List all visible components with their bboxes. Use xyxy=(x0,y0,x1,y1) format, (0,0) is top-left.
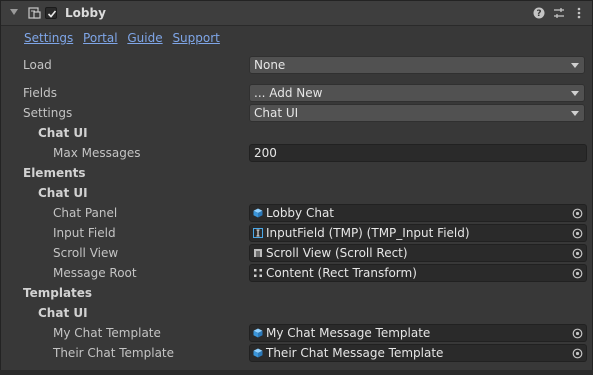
section-heading: Elements xyxy=(23,166,86,180)
object-picker-button[interactable] xyxy=(568,244,587,262)
object-picker-button[interactable] xyxy=(568,324,587,342)
help-icon[interactable]: ? xyxy=(532,6,546,20)
message-root-value: Content (Rect Transform) xyxy=(266,266,417,280)
target-icon xyxy=(572,268,583,279)
scroll-rect-icon xyxy=(254,249,262,257)
foldout-arrow-icon[interactable] xyxy=(10,9,18,15)
chat-ui-header-1: Chat UI xyxy=(0,123,593,143)
preset-sliders-icon[interactable] xyxy=(552,6,566,20)
templates-header: Templates xyxy=(0,283,593,303)
their-chat-template-object-field[interactable]: Their Chat Message Template xyxy=(249,344,569,362)
cube-icon xyxy=(253,348,263,358)
max-messages-label: Max Messages xyxy=(53,146,141,160)
section-heading: Templates xyxy=(23,286,93,300)
cube-icon xyxy=(253,328,263,338)
message-root-object-field[interactable]: Content (Rect Transform) xyxy=(249,264,569,282)
object-picker-button[interactable] xyxy=(568,204,587,222)
my-chat-template-object-field[interactable]: My Chat Message Template xyxy=(249,324,569,342)
dropdown-arrow-icon xyxy=(571,91,579,96)
checkmark-icon xyxy=(47,10,57,18)
load-label: Load xyxy=(23,58,52,72)
section-heading: Chat UI xyxy=(38,126,88,140)
target-icon xyxy=(572,328,583,339)
target-icon xyxy=(572,348,583,359)
component-header[interactable]: Lobby ? xyxy=(1,1,592,26)
settings-dropdown[interactable]: Chat UI xyxy=(249,104,585,122)
object-picker-button[interactable] xyxy=(568,344,587,362)
scroll-view-object-field[interactable]: Scroll View (Scroll Rect) xyxy=(249,244,569,262)
chat-panel-value: Lobby Chat xyxy=(266,206,335,220)
support-link[interactable]: Support xyxy=(172,31,219,45)
max-messages-row: Max Messages 200 xyxy=(0,143,593,163)
settings-value: Chat UI xyxy=(254,106,299,120)
load-dropdown[interactable]: None xyxy=(249,56,585,74)
component-title: Lobby xyxy=(65,6,106,20)
cube-icon xyxy=(253,208,263,218)
guide-link[interactable]: Guide xyxy=(127,31,162,45)
input-field-label: Input Field xyxy=(53,226,116,240)
input-field-object-field[interactable]: InputField (TMP) (TMP_Input Field) xyxy=(249,224,569,242)
scroll-view-label: Scroll View xyxy=(53,246,119,260)
load-value: None xyxy=(254,58,286,72)
chat-ui-header-3: Chat UI xyxy=(0,303,593,323)
my-chat-template-label: My Chat Template xyxy=(53,326,161,340)
settings-row: Settings Chat UI xyxy=(0,103,593,123)
script-component-icon xyxy=(28,7,41,19)
their-chat-template-row: Their Chat Template Their Chat Message T… xyxy=(0,343,593,363)
elements-header: Elements xyxy=(0,163,593,183)
chat-panel-object-field[interactable]: Lobby Chat xyxy=(249,204,569,222)
section-heading: Chat UI xyxy=(38,186,88,200)
scroll-view-row: Scroll View Scroll View (Scroll Rect) xyxy=(0,243,593,263)
settings-label: Settings xyxy=(23,106,73,120)
rect-transform-icon xyxy=(254,269,262,277)
object-picker-button[interactable] xyxy=(568,224,587,242)
enabled-checkbox[interactable] xyxy=(45,7,57,19)
fields-dropdown[interactable]: ... Add New xyxy=(249,84,585,102)
text-cursor-icon xyxy=(253,228,263,238)
my-chat-template-row: My Chat Template My Chat Message Templat… xyxy=(0,323,593,343)
link-bar: Settings Portal Guide Support xyxy=(24,31,226,45)
dropdown-arrow-icon xyxy=(571,63,579,68)
chat-panel-label: Chat Panel xyxy=(53,206,118,220)
dropdown-arrow-icon xyxy=(571,111,579,116)
their-chat-template-label: Their Chat Template xyxy=(53,346,175,360)
fields-row: Fields ... Add New xyxy=(0,83,593,103)
target-icon xyxy=(572,228,583,239)
object-picker-button[interactable] xyxy=(568,264,587,282)
settings-link[interactable]: Settings xyxy=(24,31,73,45)
max-messages-value: 200 xyxy=(254,146,277,160)
section-heading: Chat UI xyxy=(38,306,88,320)
bottom-divider xyxy=(0,370,593,375)
input-field-row: Input Field InputField (TMP) (TMP_Input … xyxy=(0,223,593,243)
scroll-view-value: Scroll View (Scroll Rect) xyxy=(266,246,408,260)
chat-panel-row: Chat Panel Lobby Chat xyxy=(0,203,593,223)
input-field-value: InputField (TMP) (TMP_Input Field) xyxy=(266,226,470,240)
fields-label: Fields xyxy=(23,86,57,100)
fields-value: ... Add New xyxy=(254,86,323,100)
message-root-label: Message Root xyxy=(53,266,137,280)
target-icon xyxy=(572,208,583,219)
load-row: Load None xyxy=(0,55,593,75)
portal-link[interactable]: Portal xyxy=(83,31,117,45)
more-options-icon[interactable] xyxy=(572,6,586,20)
target-icon xyxy=(572,248,583,259)
svg-text:?: ? xyxy=(536,9,541,19)
max-messages-field[interactable]: 200 xyxy=(249,144,587,162)
their-chat-template-value: Their Chat Message Template xyxy=(266,346,444,360)
message-root-row: Message Root Content (Rect Transform) xyxy=(0,263,593,283)
chat-ui-header-2: Chat UI xyxy=(0,183,593,203)
my-chat-template-value: My Chat Message Template xyxy=(266,326,431,340)
